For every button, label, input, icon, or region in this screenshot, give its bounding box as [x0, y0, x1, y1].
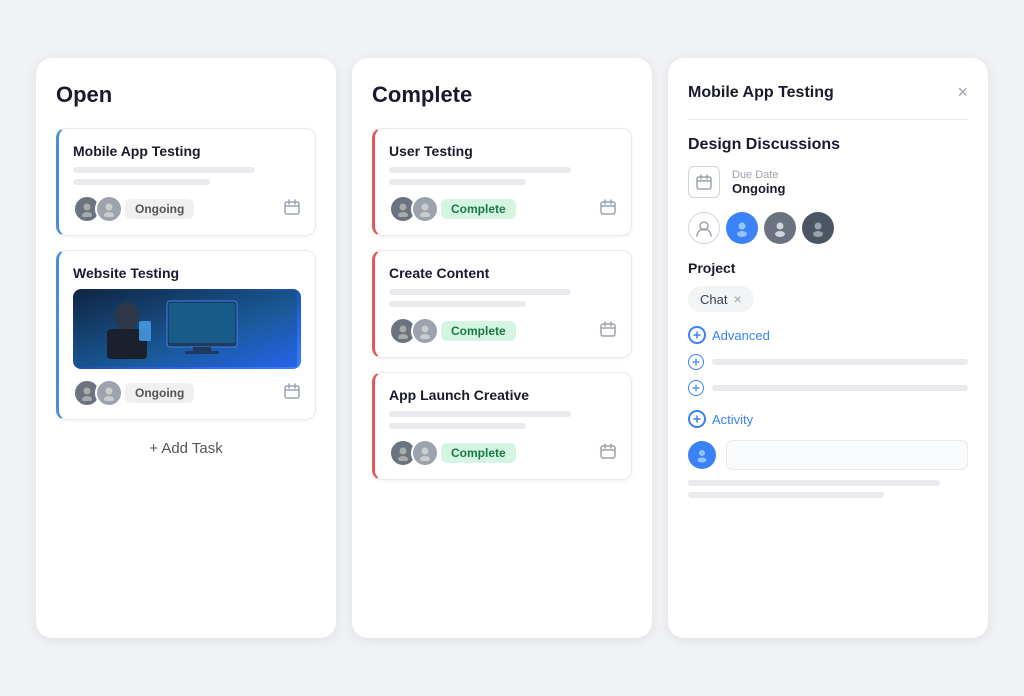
- task-line: [73, 179, 210, 185]
- task-avatars: [73, 195, 117, 223]
- advanced-item-1: [688, 354, 968, 370]
- status-badge-complete: Complete: [441, 443, 516, 463]
- activity-label: Activity: [712, 412, 753, 427]
- member-avatar-1: [726, 212, 758, 244]
- advanced-item-icon: [688, 380, 704, 396]
- project-label: Project: [688, 260, 968, 276]
- detail-header: Mobile App Testing ×: [688, 82, 968, 103]
- member-avatar-2: [764, 212, 796, 244]
- calendar-icon: [599, 198, 617, 221]
- column-complete: Complete User Testing Complete: [352, 58, 652, 638]
- task-image: [73, 289, 301, 369]
- due-date-label: Due Date: [732, 169, 785, 181]
- task-line: [73, 167, 255, 173]
- task-card-app-launch[interactable]: App Launch Creative Complete: [372, 372, 632, 480]
- advanced-circle-icon: [688, 326, 706, 344]
- avatar: [95, 195, 123, 223]
- project-tag-remove[interactable]: ×: [733, 291, 741, 307]
- activity-line: [688, 492, 884, 498]
- advanced-line: [712, 359, 968, 365]
- advanced-line: [712, 385, 968, 391]
- column-open-title: Open: [56, 82, 316, 108]
- task-avatars: [389, 439, 433, 467]
- task-footer-left: Complete: [389, 195, 516, 223]
- column-open: Open Mobile App Testing Ongoing: [36, 58, 336, 638]
- avatar: [95, 379, 123, 407]
- avatar: [411, 317, 439, 345]
- status-badge-ongoing: Ongoing: [125, 383, 194, 403]
- task-line: [389, 411, 571, 417]
- task-line: [389, 179, 526, 185]
- task-title: Website Testing: [73, 265, 301, 281]
- activity-lines: [688, 480, 968, 498]
- due-date-row: Due Date Ongoing: [688, 166, 968, 198]
- status-badge-ongoing: Ongoing: [125, 199, 194, 219]
- task-footer: Ongoing: [73, 195, 301, 223]
- activity-toggle[interactable]: Activity: [688, 410, 968, 428]
- status-badge-complete: Complete: [441, 321, 516, 341]
- member-avatar-placeholder: [688, 212, 720, 244]
- task-footer: Complete: [389, 195, 617, 223]
- task-card-mobile-app[interactable]: Mobile App Testing Ongoing: [56, 128, 316, 236]
- task-title: Create Content: [389, 265, 617, 281]
- task-card-user-testing[interactable]: User Testing Complete: [372, 128, 632, 236]
- calendar-icon: [599, 320, 617, 343]
- task-footer: Complete: [389, 317, 617, 345]
- activity-user-avatar: [688, 441, 716, 469]
- activity-input-row: [688, 440, 968, 470]
- task-avatars: [389, 317, 433, 345]
- task-title: Mobile App Testing: [73, 143, 301, 159]
- due-date-icon: [688, 166, 720, 198]
- due-date-value: Ongoing: [732, 181, 785, 196]
- project-tag[interactable]: Chat ×: [688, 286, 754, 312]
- divider: [688, 119, 968, 120]
- calendar-icon: [283, 382, 301, 405]
- activity-line: [688, 480, 940, 486]
- activity-circle-icon: [688, 410, 706, 428]
- detail-header-title: Mobile App Testing: [688, 84, 834, 102]
- task-line: [389, 423, 526, 429]
- task-footer: Ongoing: [73, 379, 301, 407]
- avatar: [411, 439, 439, 467]
- advanced-toggle[interactable]: Advanced: [688, 326, 968, 344]
- task-footer-left: Ongoing: [73, 195, 194, 223]
- task-line: [389, 167, 571, 173]
- task-title: App Launch Creative: [389, 387, 617, 403]
- task-footer: Complete: [389, 439, 617, 467]
- avatar: [411, 195, 439, 223]
- task-avatars: [389, 195, 433, 223]
- task-footer-left: Complete: [389, 317, 516, 345]
- activity-section: Activity: [688, 410, 968, 498]
- advanced-label: Advanced: [712, 328, 770, 343]
- task-card-website[interactable]: Website Testing: [56, 250, 316, 420]
- status-badge-complete: Complete: [441, 199, 516, 219]
- due-date-text: Due Date Ongoing: [732, 169, 785, 196]
- task-card-create-content[interactable]: Create Content Complete: [372, 250, 632, 358]
- advanced-item-2: [688, 380, 968, 396]
- advanced-items: [688, 354, 968, 396]
- column-complete-title: Complete: [372, 82, 632, 108]
- add-task-button[interactable]: + Add Task: [56, 440, 316, 457]
- task-title: User Testing: [389, 143, 617, 159]
- kanban-board: Open Mobile App Testing Ongoing: [16, 38, 1008, 658]
- member-avatar-3: [802, 212, 834, 244]
- section-title: Design Discussions: [688, 136, 968, 154]
- calendar-icon: [599, 442, 617, 465]
- detail-panel: Mobile App Testing × Design Discussions …: [668, 58, 988, 638]
- project-tag-text: Chat: [700, 292, 727, 307]
- task-line: [389, 289, 571, 295]
- activity-input[interactable]: [726, 440, 968, 470]
- close-button[interactable]: ×: [957, 82, 968, 103]
- task-line: [389, 301, 526, 307]
- task-avatars: [73, 379, 117, 407]
- advanced-item-icon: [688, 354, 704, 370]
- member-avatars-row: [688, 212, 968, 244]
- calendar-icon: [283, 198, 301, 221]
- task-footer-left: Ongoing: [73, 379, 194, 407]
- task-footer-left: Complete: [389, 439, 516, 467]
